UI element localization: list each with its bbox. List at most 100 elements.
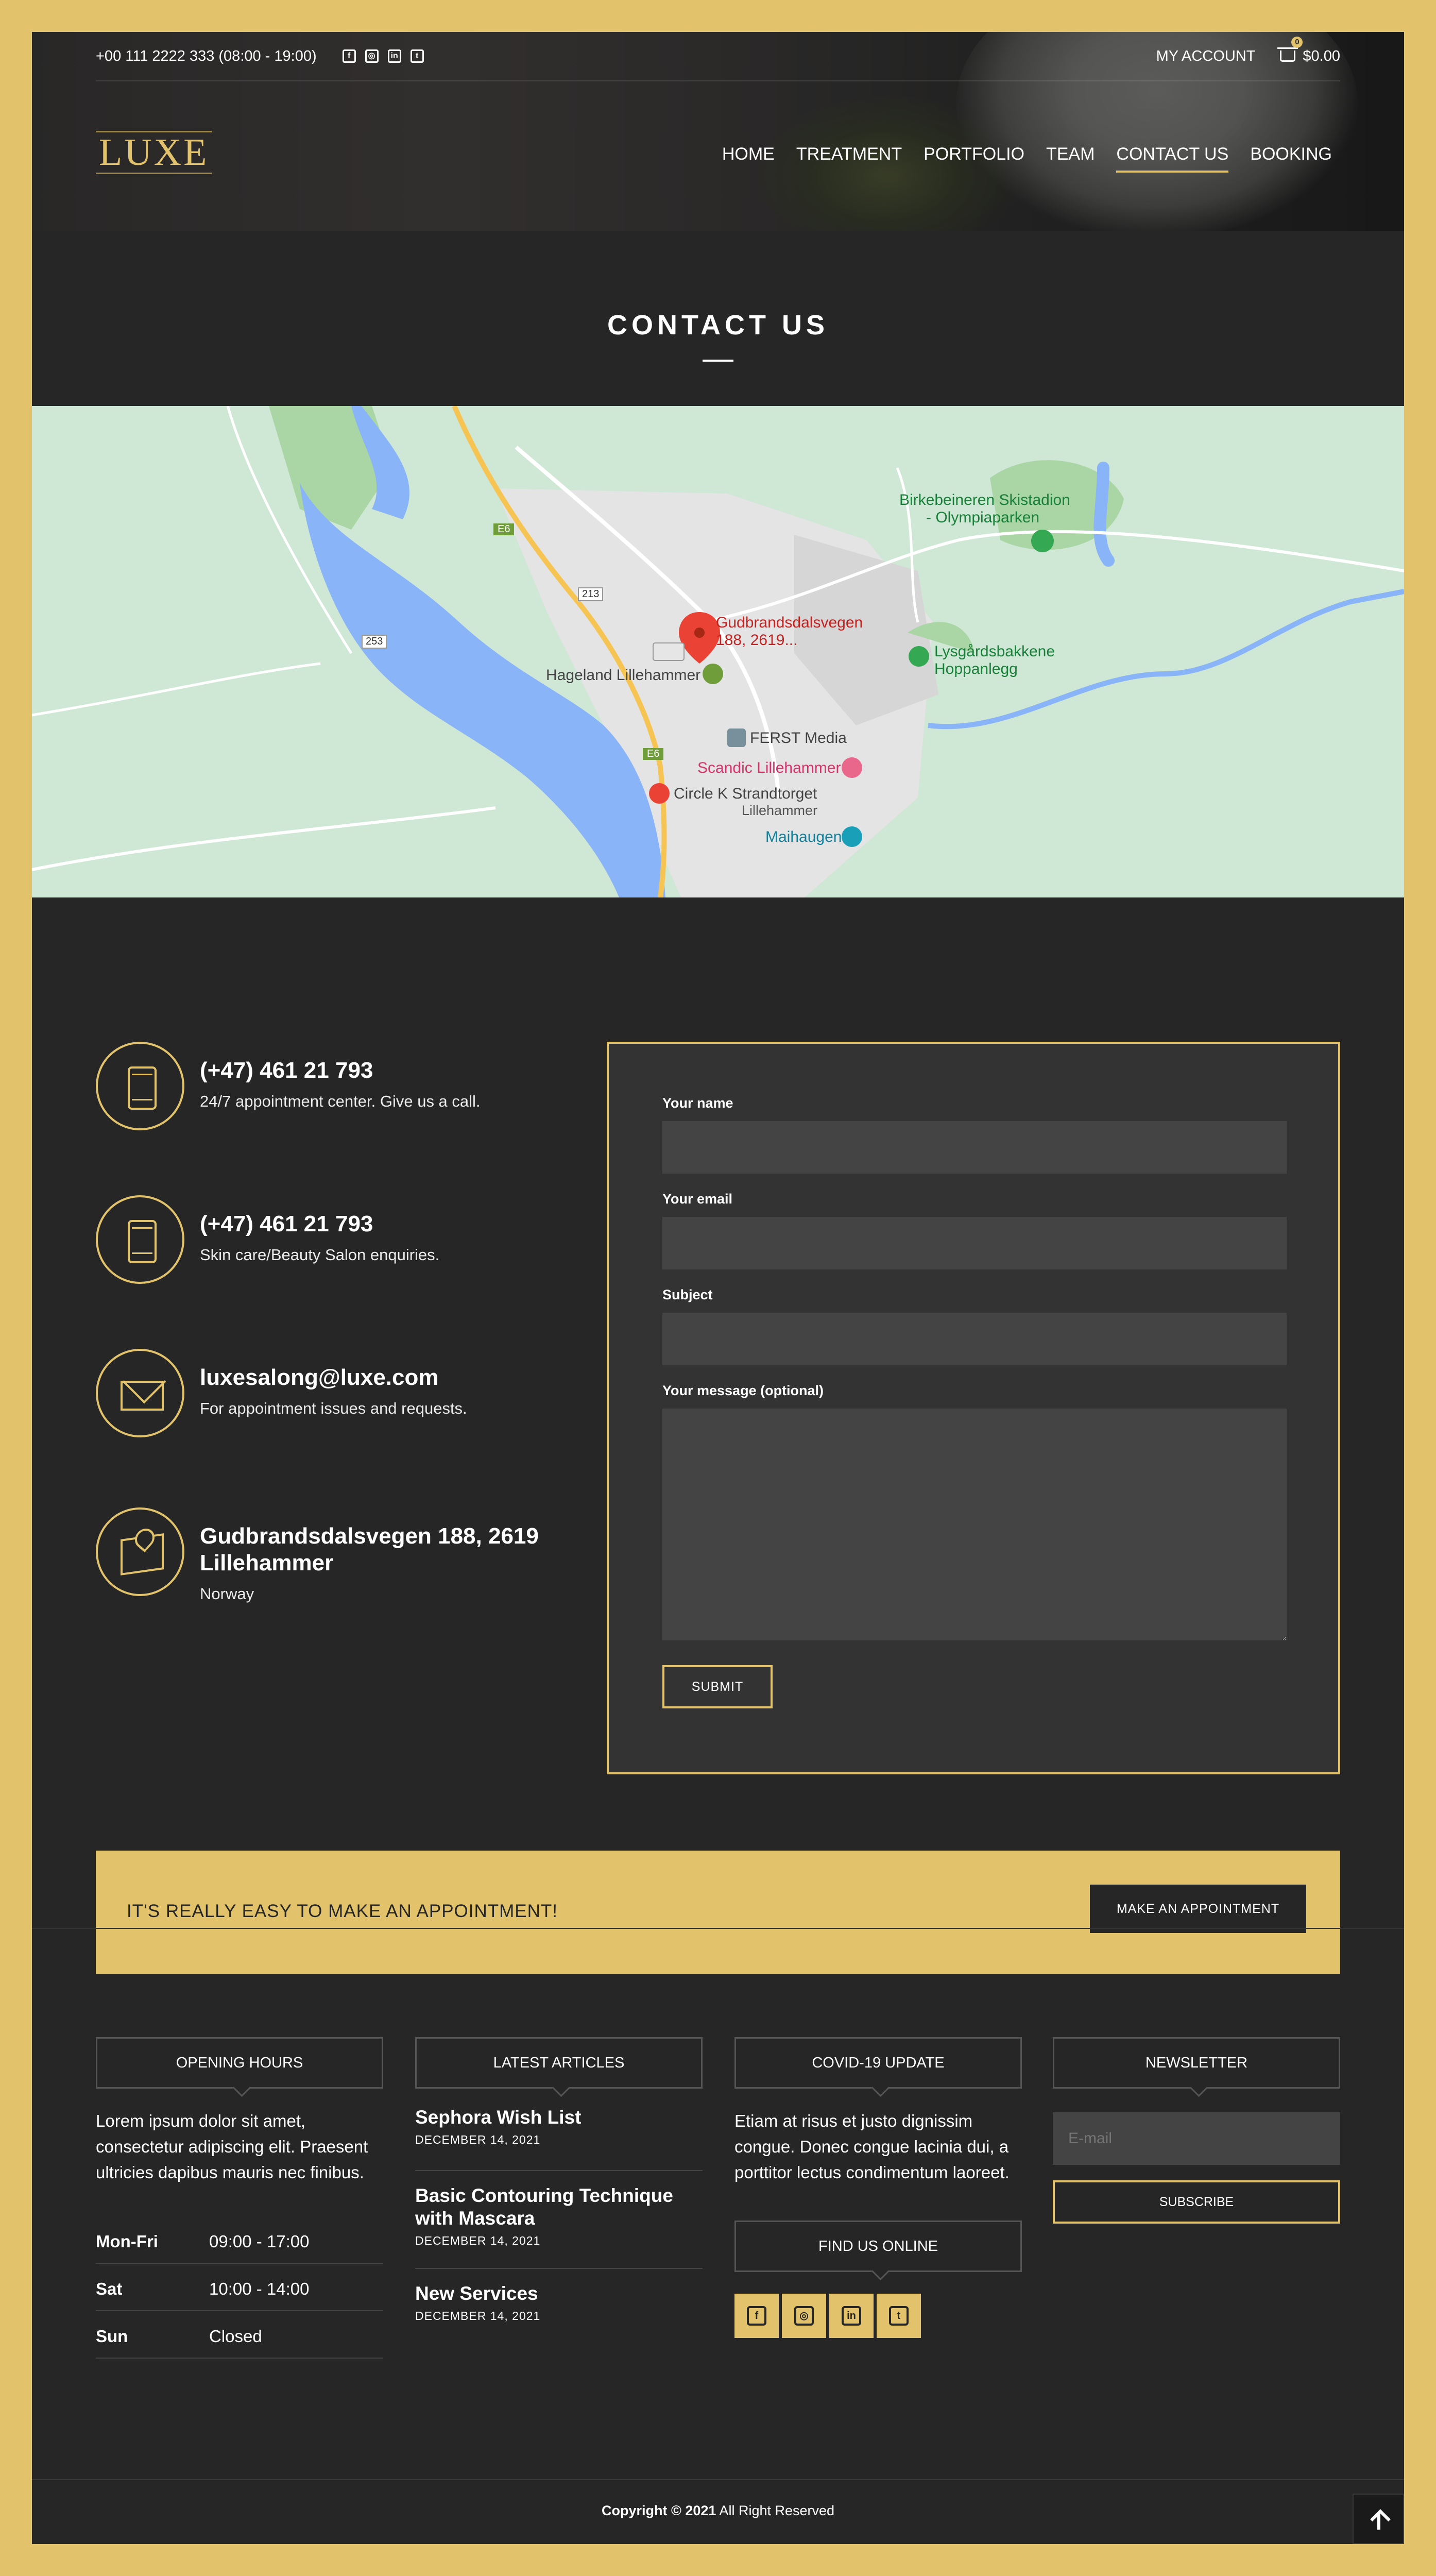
contact-item-subtitle: For appointment issues and requests. bbox=[200, 1399, 467, 1417]
email-label: Your email bbox=[662, 1191, 733, 1207]
find-us-online-title: FIND US ONLINE bbox=[734, 2221, 1022, 2272]
twitter-icon[interactable]: t bbox=[410, 49, 424, 63]
ski-jump-pin-icon[interactable] bbox=[909, 646, 929, 667]
map-label-stadium: Birkebeineren Skistadion bbox=[899, 492, 1070, 509]
contact-item-address: Gudbrandsdalsvegen 188, 2619 Lillehammer… bbox=[96, 1507, 571, 1603]
museum-pin-icon[interactable] bbox=[842, 826, 862, 847]
map-label-ferst: FERST Media bbox=[750, 730, 847, 747]
make-appointment-button[interactable]: MAKE AN APPOINTMENT bbox=[1090, 1885, 1306, 1933]
scroll-to-top-button[interactable] bbox=[1353, 2494, 1404, 2544]
message-textarea[interactable] bbox=[662, 1409, 1287, 1640]
basket-icon bbox=[1277, 47, 1298, 62]
park-pin-icon[interactable] bbox=[1031, 530, 1054, 552]
mobile-icon bbox=[96, 1042, 184, 1130]
covid-update-text: Etiam at risus et justo dignissim congue… bbox=[734, 2111, 1010, 2182]
facebook-icon: f bbox=[747, 2306, 766, 2326]
page-title: CONTACT US bbox=[607, 310, 829, 341]
appointment-banner: IT'S REALLY EASY TO MAKE AN APPOINTMENT!… bbox=[96, 1851, 1340, 1974]
name-input[interactable] bbox=[662, 1121, 1287, 1174]
newsletter-title: NEWSLETTER bbox=[1053, 2037, 1340, 2089]
contact-item-subtitle: Norway bbox=[200, 1585, 254, 1603]
article-date: DECEMBER 14, 2021 bbox=[415, 2133, 541, 2146]
hotel-pin-icon[interactable] bbox=[842, 757, 862, 778]
map-label-ski-jump: Lysgårdsbakkene bbox=[934, 643, 1055, 660]
instagram-icon: ◎ bbox=[794, 2306, 814, 2326]
cart-count-badge: 0 bbox=[1291, 36, 1303, 48]
hours-row: Mon-Fri 09:00 - 17:00 bbox=[96, 2216, 383, 2264]
envelope-icon bbox=[96, 1349, 184, 1437]
article-date: DECEMBER 14, 2021 bbox=[415, 2309, 541, 2323]
nav-booking[interactable]: BOOKING bbox=[1250, 144, 1332, 173]
linkedin-icon[interactable]: in bbox=[387, 49, 401, 63]
article-item: New Services DECEMBER 14, 2021 bbox=[415, 2282, 703, 2323]
footer-instagram-button[interactable]: ◎ bbox=[782, 2294, 826, 2338]
contact-item-subtitle: 24/7 appointment center. Give us a call. bbox=[200, 1092, 481, 1110]
contact-item-title[interactable]: luxesalong@luxe.com bbox=[200, 1364, 467, 1391]
title-band: CONTACT US bbox=[32, 231, 1404, 406]
contact-item-title[interactable]: (+47) 461 21 793 bbox=[200, 1057, 481, 1084]
opening-hours-text: Lorem ipsum dolor sit amet, consectetur … bbox=[96, 2111, 368, 2182]
subject-label: Subject bbox=[662, 1287, 713, 1302]
map-label-lillehammer: Lillehammer bbox=[742, 803, 818, 818]
contact-section: (+47) 461 21 793 24/7 appointment center… bbox=[32, 897, 1404, 1974]
copyright: Copyright © 2021 All Right Reserved bbox=[601, 2503, 835, 2518]
linkedin-icon: in bbox=[842, 2306, 861, 2326]
top-bar: +00 111 2222 333 (08:00 - 19:00) f ◎ in … bbox=[96, 32, 1340, 81]
top-social-links: f ◎ in t bbox=[342, 49, 424, 63]
contact-item-title: Gudbrandsdalsvegen 188, 2619 Lillehammer bbox=[200, 1523, 539, 1575]
subscribe-button[interactable]: SUBSCRIBE bbox=[1053, 2180, 1340, 2224]
contact-item-title[interactable]: (+47) 461 21 793 bbox=[200, 1211, 439, 1238]
submit-button[interactable]: SUBMIT bbox=[662, 1665, 773, 1708]
nav-team[interactable]: TEAM bbox=[1046, 144, 1095, 173]
map-road-badge-e6-south: E6 bbox=[643, 748, 664, 760]
nav-treatment[interactable]: TREATMENT bbox=[796, 144, 902, 173]
footer-twitter-button[interactable]: t bbox=[877, 2294, 921, 2338]
my-account-link[interactable]: MY ACCOUNT bbox=[1156, 48, 1256, 65]
subject-input[interactable] bbox=[662, 1313, 1287, 1365]
page: +00 111 2222 333 (08:00 - 19:00) f ◎ in … bbox=[32, 32, 1404, 2544]
cart-total: $0.00 bbox=[1303, 47, 1340, 64]
article-title[interactable]: Basic Contouring Technique with Mascara bbox=[415, 2184, 703, 2230]
cart-button[interactable]: 0 $0.00 bbox=[1277, 36, 1340, 65]
map-label-address: Gudbrandsdalsvegen bbox=[716, 614, 863, 631]
map-road-5 bbox=[32, 662, 321, 717]
title-underline bbox=[703, 360, 733, 362]
name-label: Your name bbox=[662, 1095, 733, 1111]
footer-linkedin-button[interactable]: in bbox=[829, 2294, 874, 2338]
footer-facebook-button[interactable]: f bbox=[734, 2294, 779, 2338]
email-input[interactable] bbox=[662, 1217, 1287, 1269]
map-road-badge-253: 253 bbox=[362, 635, 387, 649]
map-label-circle-k: Circle K Strandtorget bbox=[674, 785, 817, 802]
logo[interactable]: LUXE bbox=[96, 131, 212, 174]
appointment-text: IT'S REALLY EASY TO MAKE AN APPOINTMENT! bbox=[127, 1901, 558, 1921]
nav-portfolio[interactable]: PORTFOLIO bbox=[924, 144, 1024, 173]
instagram-icon[interactable]: ◎ bbox=[365, 49, 379, 63]
article-item: Basic Contouring Technique with Mascara … bbox=[415, 2184, 703, 2248]
gas-station-pin-icon[interactable] bbox=[649, 783, 670, 804]
map-road-3 bbox=[32, 806, 496, 871]
article-title[interactable]: Sephora Wish List bbox=[415, 2106, 703, 2129]
office-pin-icon[interactable] bbox=[727, 728, 746, 747]
article-date: DECEMBER 14, 2021 bbox=[415, 2234, 541, 2247]
facebook-icon[interactable]: f bbox=[342, 49, 356, 63]
covid-update-title: COVID-19 UPDATE bbox=[734, 2037, 1022, 2089]
contact-item-email: luxesalong@luxe.com For appointment issu… bbox=[96, 1349, 467, 1437]
map-label-ski-jump-2: Hoppanlegg bbox=[934, 660, 1018, 677]
newsletter-email-input[interactable] bbox=[1053, 2112, 1340, 2165]
main-nav: HOME TREATMENT PORTFOLIO TEAM CONTACT US… bbox=[722, 144, 1332, 173]
contact-item-phone-2: (+47) 461 21 793 Skin care/Beauty Salon … bbox=[96, 1195, 439, 1284]
map-canvas bbox=[32, 406, 1404, 897]
map-label-hageland: Hageland Lillehammer bbox=[546, 667, 701, 684]
nav-contact-us[interactable]: CONTACT US bbox=[1116, 144, 1229, 173]
map-label-stadium-2: - Olympiaparken bbox=[926, 509, 1040, 526]
map-road-badge-213: 213 bbox=[578, 587, 604, 601]
contact-form: Your name Your email Subject Your messag… bbox=[607, 1042, 1340, 1774]
nav-home[interactable]: HOME bbox=[722, 144, 775, 173]
contact-item-subtitle: Skin care/Beauty Salon enquiries. bbox=[200, 1246, 440, 1264]
map[interactable]: Gudbrandsdalsvegen 188, 2619... Birkebei… bbox=[32, 406, 1404, 897]
opening-hours-title: OPENING HOURS bbox=[96, 2037, 383, 2089]
mobile-icon bbox=[96, 1195, 184, 1284]
contact-item-phone-1: (+47) 461 21 793 24/7 appointment center… bbox=[96, 1042, 481, 1130]
article-title[interactable]: New Services bbox=[415, 2282, 703, 2305]
garden-store-pin-icon[interactable] bbox=[703, 664, 723, 684]
